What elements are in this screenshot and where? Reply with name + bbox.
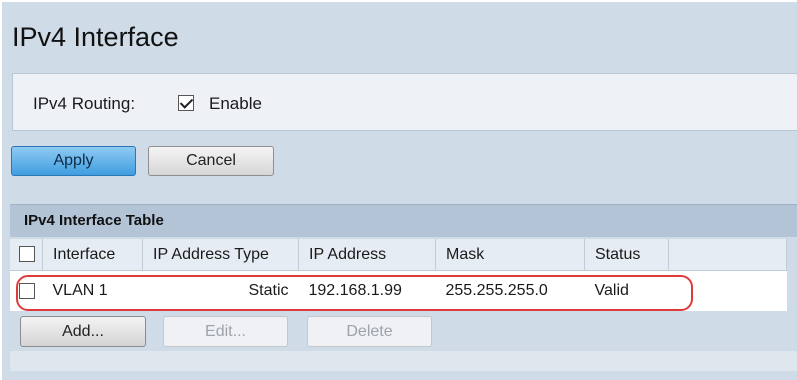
enable-routing-checkbox[interactable] (178, 95, 194, 111)
row-select-checkbox[interactable] (19, 283, 35, 299)
column-header-interface[interactable]: Interface (42, 239, 143, 271)
select-all-header (10, 239, 43, 271)
enable-label: Enable (209, 94, 262, 113)
table-title-bar: IPv4 Interface Table (10, 204, 797, 237)
column-header-status[interactable]: Status (584, 239, 669, 271)
cell-ip-address: 192.168.1.99 (298, 270, 436, 311)
cell-ip-address-type: Static (142, 270, 299, 311)
row-select-cell (10, 270, 43, 311)
cell-mask: 255.255.255.0 (435, 270, 585, 311)
delete-button[interactable]: Delete (307, 316, 432, 347)
ipv4-routing-section: IPv4 Routing: Enable (12, 73, 797, 131)
page-title: IPv4 Interface (12, 22, 179, 52)
column-header-ip-address[interactable]: IP Address (298, 239, 436, 271)
apply-button[interactable]: Apply (11, 146, 136, 176)
column-header-ip-address-type[interactable]: IP Address Type (142, 239, 299, 271)
table-title: IPv4 Interface Table (24, 212, 164, 229)
table-header-row: Interface IP Address Type IP Address Mas… (10, 239, 787, 271)
table-footer (10, 351, 797, 371)
add-button[interactable]: Add... (20, 316, 146, 347)
table-row[interactable]: VLAN 1 Static 192.168.1.99 255.255.255.0… (10, 270, 787, 311)
ipv4-interface-table: Interface IP Address Type IP Address Mas… (10, 239, 787, 311)
select-all-checkbox[interactable] (19, 246, 35, 262)
column-header-filler (668, 239, 787, 271)
cell-status: Valid (584, 270, 669, 311)
cell-interface: VLAN 1 (42, 270, 143, 311)
edit-button[interactable]: Edit... (163, 316, 288, 347)
ipv4-routing-label: IPv4 Routing: (33, 94, 136, 113)
cell-filler (668, 270, 787, 311)
column-header-mask[interactable]: Mask (435, 239, 585, 271)
cancel-button[interactable]: Cancel (148, 146, 274, 176)
